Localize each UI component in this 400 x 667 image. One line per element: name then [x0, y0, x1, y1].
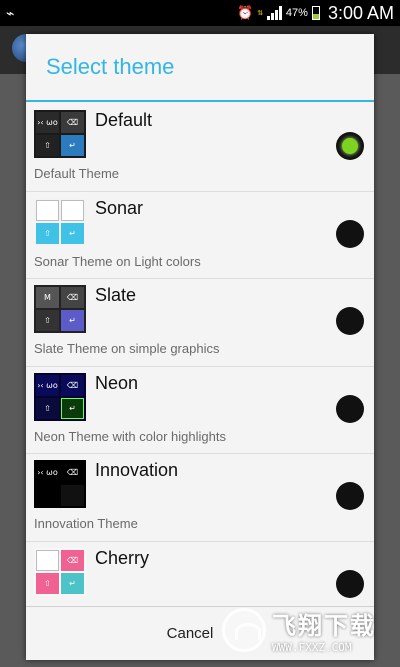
- theme-thumbnail: ›‹ ωo ⌫: [34, 460, 86, 508]
- radio-button[interactable]: [336, 569, 364, 598]
- dialog-title: Select theme: [26, 34, 374, 102]
- theme-description: Neon Theme with color highlights: [34, 428, 226, 444]
- data-arrows-icon: ⇅: [257, 8, 263, 18]
- battery-icon: [311, 6, 320, 20]
- theme-item-innovation[interactable]: ›‹ ωo ⌫ Innovation Innovation Theme: [26, 454, 374, 542]
- theme-thumbnail: ›‹ ωo ⌫ ⇧ ↵: [34, 547, 86, 596]
- theme-thumbnail: ›‹ ωo ⌫ ⇧ ↵: [34, 372, 86, 421]
- theme-description: Innovation Theme: [34, 516, 138, 531]
- theme-name: Cherry: [95, 547, 150, 568]
- radio-button-selected[interactable]: [336, 132, 364, 160]
- usb-icon: ⌁: [6, 4, 15, 21]
- radio-button[interactable]: [336, 219, 364, 248]
- watermark-url: WWW.FXXZ.COM: [272, 641, 352, 654]
- theme-name: Slate: [95, 285, 137, 305]
- site-watermark: 飞翔下载 WWW.FXXZ.COM: [222, 600, 392, 660]
- status-bar: ⌁ ⏰ ⇅ 47% 3:00 AM: [0, 0, 400, 26]
- theme-description: Sonar Theme on Light colors: [34, 253, 201, 269]
- theme-item-cherry[interactable]: ›‹ ωo ⌫ ⇧ ↵ Cherry: [26, 542, 374, 607]
- select-theme-dialog: Select theme ›‹ ωo ⌫ ⇧ ↵ Default Default Th…: [26, 34, 374, 660]
- theme-item-default[interactable]: ›‹ ωo ⌫ ⇧ ↵ Default Default Theme: [26, 104, 374, 192]
- radio-button[interactable]: [336, 394, 364, 423]
- theme-thumbnail: ›‹ ωo ⌫ ⇧ ↵: [34, 110, 86, 158]
- theme-name: Innovation: [95, 460, 179, 480]
- theme-thumbnail: M ⌫ ⇧ ↵: [34, 285, 86, 333]
- cancel-button[interactable]: Cancel: [167, 625, 214, 642]
- radio-button[interactable]: [336, 482, 364, 510]
- alarm-icon: ⏰: [237, 5, 254, 20]
- theme-item-slate[interactable]: M ⌫ ⇧ ↵ Slate Slate Theme on simple graphic…: [26, 279, 374, 367]
- theme-description: Default Theme: [34, 166, 120, 181]
- theme-name: Sonar: [95, 197, 144, 218]
- theme-name: Neon: [95, 372, 139, 393]
- watermark-logo-icon: [222, 608, 266, 652]
- theme-name: Default: [95, 110, 153, 130]
- battery-percent: 47%: [285, 7, 308, 19]
- radio-button[interactable]: [336, 307, 364, 335]
- theme-list[interactable]: ›‹ ωo ⌫ ⇧ ↵ Default Default Theme ›‹ ωo ⌫ ⇧ ↵ …: [26, 104, 374, 606]
- theme-thumbnail: ›‹ ωo ⌫ ⇧ ↵: [34, 197, 86, 246]
- watermark-brand: 飞翔下载: [272, 612, 376, 640]
- theme-item-neon[interactable]: ›‹ ωo ⌫ ⇧ ↵ Neon Neon Theme with color high…: [26, 367, 374, 454]
- signal-icon: [266, 6, 282, 20]
- theme-item-sonar[interactable]: ›‹ ωo ⌫ ⇧ ↵ Sonar Sonar Theme on Light colo…: [26, 192, 374, 279]
- clock: 3:00 AM: [327, 2, 394, 23]
- theme-description: Slate Theme on simple graphics: [34, 341, 220, 356]
